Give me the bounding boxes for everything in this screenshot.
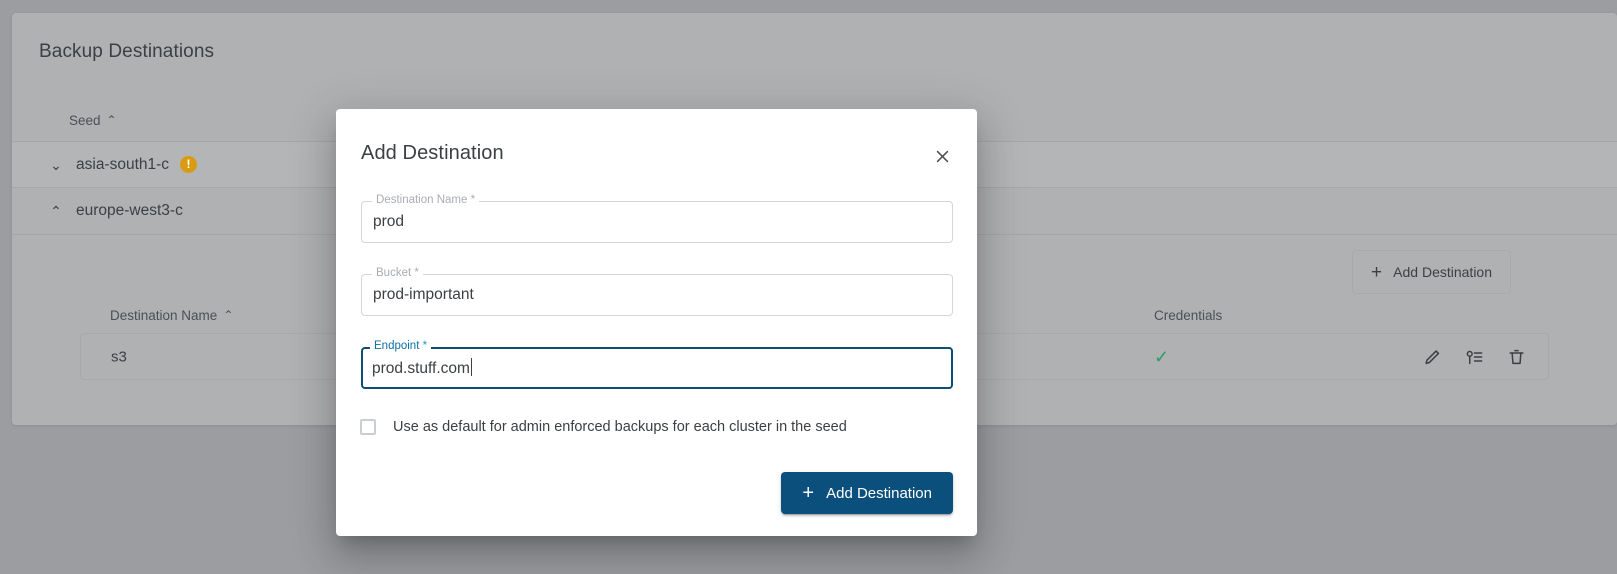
destination-name-value: prod: [373, 213, 404, 231]
submit-button-label: Add Destination: [826, 485, 932, 502]
add-destination-dialog: Add Destination Destination Name * prod …: [336, 109, 977, 536]
plus-icon: +: [802, 483, 814, 503]
default-backup-checkbox-row[interactable]: Use as default for admin enforced backup…: [360, 419, 847, 435]
endpoint-value: prod.stuff.com: [372, 358, 472, 378]
bucket-label: Bucket *: [372, 266, 423, 281]
close-icon[interactable]: [929, 143, 955, 169]
default-backup-checkbox-label: Use as default for admin enforced backup…: [393, 419, 847, 435]
modal-backdrop[interactable]: Add Destination Destination Name * prod …: [0, 0, 1617, 574]
bucket-field[interactable]: Bucket * prod-important: [361, 274, 953, 316]
submit-add-destination-button[interactable]: + Add Destination: [781, 472, 953, 514]
endpoint-label: Endpoint *: [370, 339, 431, 354]
default-backup-checkbox[interactable]: [360, 419, 376, 435]
destination-name-label: Destination Name *: [372, 193, 479, 208]
dialog-title: Add Destination: [361, 142, 504, 165]
endpoint-field[interactable]: Endpoint * prod.stuff.com: [361, 347, 953, 389]
destination-name-field[interactable]: Destination Name * prod: [361, 201, 953, 243]
text-cursor: [471, 358, 472, 376]
bucket-value: prod-important: [373, 286, 474, 304]
